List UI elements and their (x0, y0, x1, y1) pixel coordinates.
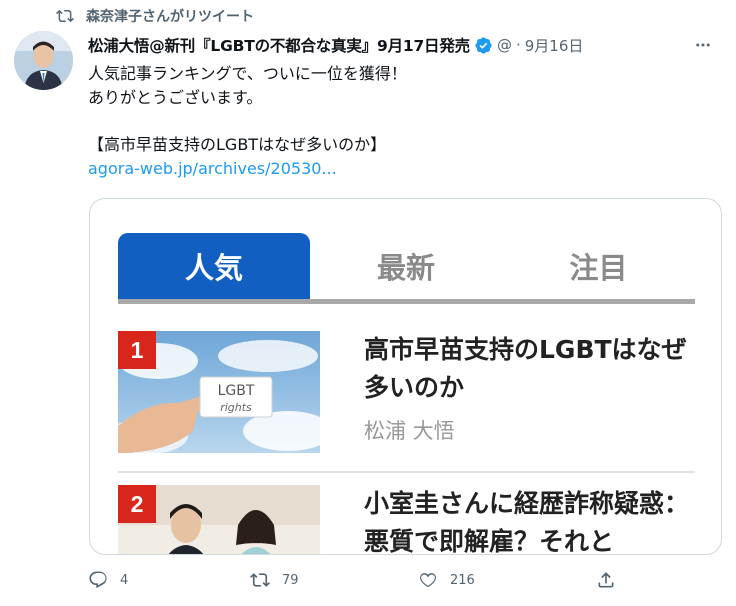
like-count: 216 (450, 572, 475, 588)
article-author: 松浦 大悟 (364, 419, 455, 443)
thumb-text-rights: rights (220, 401, 252, 414)
tweet-date[interactable]: 9月16日 (525, 35, 584, 56)
tweet-text-line: ありがとうございます。 (88, 88, 263, 107)
reply-count: 4 (120, 572, 129, 588)
tab-latest: 最新 (376, 251, 435, 285)
share-button[interactable] (596, 570, 616, 590)
media-card[interactable]: 人気 最新 注目 LGBT rights 1 高市早苗支持のLGBTはなぜ多いの… (89, 198, 722, 555)
ranking-article: 2 小室圭さんに経歴詐称疑惑：悪質で即解雇？それと (118, 485, 695, 555)
article-thumbnail: LGBT rights 1 (118, 331, 320, 453)
article-title: 高市早苗支持のLGBTはなぜ多いのか (364, 335, 687, 402)
rank-badge: 2 (118, 485, 156, 523)
author-name[interactable]: 松浦大悟@新刊『LGBTの不都合な真実』9月17日発売 (88, 34, 470, 56)
share-icon (598, 572, 614, 588)
like-button[interactable]: 216 (418, 570, 475, 590)
heart-icon (420, 573, 436, 588)
tweet-header: 松浦大悟@新刊『LGBTの不都合な真実』9月17日発売 @ · 9月16日 (88, 32, 722, 58)
tab-underline (118, 299, 695, 304)
retweet-banner[interactable]: 森奈津子さんがリツイート (54, 5, 254, 27)
tweet-text-line: 【高市早苗支持のLGBTはなぜ多いのか】 (88, 135, 387, 154)
tweet-text-line: 人気記事ランキングで、ついに一位を獲得！ (88, 64, 407, 83)
retweet-button[interactable]: 79 (250, 570, 299, 590)
article-title: 小室圭さんに経歴詐称疑惑：悪質で即解雇？それと (364, 489, 690, 555)
more-options-icon[interactable] (692, 34, 714, 56)
article-thumbnail: 2 (118, 485, 320, 554)
retweet-icon (54, 5, 76, 27)
ranking-article: LGBT rights 1 高市早苗支持のLGBTはなぜ多いのか 松浦 大悟 (118, 331, 695, 453)
separator-dot: · (515, 36, 521, 54)
author-handle[interactable]: @ (497, 36, 512, 54)
verified-badge-icon (474, 36, 493, 55)
avatar[interactable] (14, 31, 73, 90)
article-divider (118, 471, 695, 473)
reply-button[interactable]: 4 (88, 570, 128, 590)
tweet-link[interactable]: agora-web.jp/archives/20530... (88, 157, 716, 181)
retweet-action-icon (250, 573, 270, 587)
retweet-banner-text: 森奈津子さんがリツイート (86, 9, 254, 25)
ranking-tabs: 人気 最新 注目 (118, 233, 695, 304)
rank-badge: 1 (118, 331, 156, 369)
tab-featured: 注目 (569, 251, 628, 285)
tweet-actions: 4 79 216 (88, 570, 722, 600)
tweet-text: 人気記事ランキングで、ついに一位を獲得！ ありがとうございます。 【高市早苗支持… (88, 62, 716, 181)
thumb-text-lgbt: LGBT (218, 383, 255, 399)
reply-icon (89, 571, 107, 589)
tab-popular: 人気 (118, 233, 310, 299)
retweet-count: 79 (282, 572, 299, 588)
